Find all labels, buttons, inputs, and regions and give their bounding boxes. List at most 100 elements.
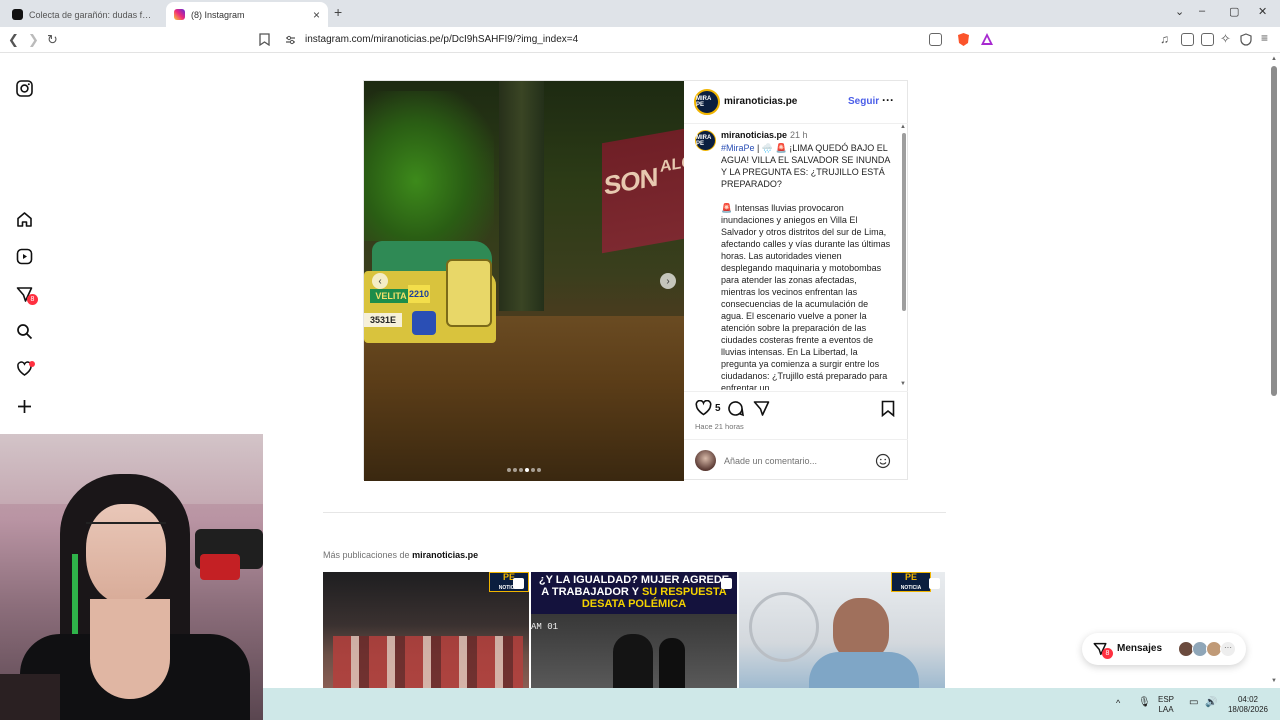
close-tab-icon[interactable]: ×: [313, 8, 320, 22]
caption-hashtag[interactable]: #MiraPe: [721, 143, 755, 153]
messages-pill[interactable]: 8 Mensajes ···: [1082, 633, 1246, 665]
scroll-down-arrow[interactable]: ▼: [900, 381, 906, 387]
more-post-thumbnail-3[interactable]: PE NOTICIA: [739, 572, 945, 690]
tab-title: Colecta de garañón: dudas frecuente: [29, 9, 154, 20]
carousel-post-icon: [513, 578, 524, 589]
cast-icon[interactable]: [929, 33, 942, 46]
photo-billboard: SON ALCA: [602, 128, 684, 254]
vpn-icon[interactable]: [1240, 33, 1252, 46]
thumb-headline-1: ¿Y LA IGUALDAD? MUJER AGREDE: [538, 574, 730, 586]
scroll-up-arrow[interactable]: ▲: [900, 124, 906, 130]
thumb-headline-2: A TRABAJADOR Y SU RESPUESTA: [531, 586, 737, 598]
thumb-figure-2: [659, 638, 685, 690]
brave-shield-icon[interactable]: [957, 32, 970, 47]
more-post-thumbnail-2[interactable]: ¿Y LA IGUALDAD? MUJER AGREDE A TRABAJADO…: [531, 572, 737, 690]
like-heart-icon[interactable]: [695, 400, 712, 416]
post-photo[interactable]: SON ALCA VELITA 2210 3531E ‹ ›: [364, 81, 684, 481]
url-field[interactable]: instagram.com/miranoticias.pe/p/DcI9hSAH…: [305, 34, 578, 45]
reload-button[interactable]: ↻: [47, 32, 58, 48]
caption-avatar[interactable]: MIRA PE: [695, 130, 716, 151]
wallet-icon[interactable]: [1201, 33, 1214, 46]
webcam-overlay: [0, 434, 263, 720]
more-options-icon[interactable]: ···: [882, 93, 894, 107]
header-divider: [684, 123, 908, 124]
share-icon[interactable]: [753, 400, 770, 417]
back-button[interactable]: ❮: [8, 32, 19, 48]
actions-divider: [684, 391, 908, 392]
address-bar: ❮ ❯ ↻ instagram.com/miranoticias.pe/p/Dc…: [0, 27, 1280, 53]
menu-icon[interactable]: ≡: [1261, 31, 1268, 45]
tab-strip: Colecta de garañón: dudas frecuente (8) …: [0, 0, 1280, 27]
tab-title: (8) Instagram: [191, 9, 245, 20]
next-image-button[interactable]: ›: [660, 273, 676, 289]
bookmark-icon[interactable]: [259, 33, 270, 46]
photo-mototaxi-door: [446, 259, 492, 327]
carousel-dot: [537, 468, 541, 472]
search-icon[interactable]: [16, 323, 33, 340]
photo-mototaxi-number: 2210: [408, 285, 430, 303]
emoji-icon[interactable]: [875, 453, 891, 469]
post-username[interactable]: miranoticias.pe: [724, 96, 797, 107]
close-window-button[interactable]: ✕: [1258, 5, 1267, 18]
photo-sign-text-2: ALCA: [660, 151, 684, 177]
more-posts-label: Más publicaciones de: [323, 550, 413, 560]
like-count[interactable]: 5: [715, 403, 721, 414]
instagram-logo-icon[interactable]: [16, 80, 33, 97]
photo-green-light: [364, 91, 494, 241]
network-icon[interactable]: ▭: [1189, 698, 1198, 708]
messages-badge: 8: [27, 294, 38, 305]
more-post-thumbnail-1[interactable]: PE NOTICIA: [323, 572, 529, 690]
volume-icon[interactable]: 🔊: [1205, 698, 1217, 708]
sidebar-icon[interactable]: [1181, 33, 1194, 46]
create-plus-icon[interactable]: [16, 398, 33, 415]
reels-icon[interactable]: [16, 248, 33, 265]
tray-chevron-icon[interactable]: ^: [1116, 698, 1120, 708]
carousel-dot: [519, 468, 523, 472]
webcam-mic-stand: [200, 554, 240, 580]
photo-mototaxi-tail: [412, 311, 436, 335]
follow-button[interactable]: Seguir: [848, 96, 879, 107]
forward-button[interactable]: ❯: [28, 32, 39, 48]
previous-image-button[interactable]: ‹: [372, 273, 388, 289]
caption-scrollbar[interactable]: [902, 133, 906, 311]
thumb-crowd: [333, 636, 523, 690]
page-scroll-down[interactable]: ▼: [1271, 678, 1277, 684]
thumb-face: [833, 598, 889, 660]
thumb-fan: [749, 592, 819, 662]
site-settings-icon[interactable]: [285, 35, 296, 45]
brave-rewards-icon[interactable]: [980, 32, 994, 46]
caption-body: 🚨 Intensas lluvias provocaron inundacion…: [721, 203, 891, 390]
page-scroll-up[interactable]: ▲: [1271, 56, 1277, 62]
maximize-button[interactable]: ▢: [1229, 5, 1239, 18]
save-bookmark-icon[interactable]: [881, 400, 895, 417]
leo-ai-icon[interactable]: ✧: [1220, 31, 1231, 47]
post-card: SON ALCA VELITA 2210 3531E ‹ › MIRA PE m…: [363, 80, 908, 481]
tab-search-chevron-icon[interactable]: ⌄: [1175, 5, 1184, 18]
comment-input[interactable]: Añade un comentario...: [724, 456, 817, 466]
more-posts-username[interactable]: miranoticias.pe: [412, 550, 478, 560]
keyboard-lang: ESP: [1158, 695, 1175, 704]
webcam-neck: [90, 599, 170, 699]
tab-colecta[interactable]: Colecta de garañón: dudas frecuente: [4, 2, 162, 27]
webcam-chair: [0, 674, 60, 720]
keyboard-language[interactable]: ESP LAA: [1158, 695, 1174, 715]
caption-username[interactable]: miranoticias.pe: [721, 130, 787, 140]
more-chats-icon: ···: [1220, 641, 1236, 657]
clock[interactable]: 04:02 18/08/2026: [1223, 695, 1273, 715]
thumb-shirt: [809, 652, 919, 690]
tab-instagram[interactable]: (8) Instagram ×: [166, 2, 328, 27]
carousel-dot: [531, 468, 535, 472]
carousel-dot: [507, 468, 511, 472]
comment-divider: [684, 439, 908, 440]
thumb-headline-2a: A TRABAJADOR Y: [541, 586, 642, 598]
new-tab-button[interactable]: +: [334, 4, 342, 20]
microphone-icon[interactable]: 🎙: [1138, 698, 1151, 708]
carousel-post-icon: [929, 578, 940, 589]
media-icon[interactable]: ♫: [1160, 32, 1169, 46]
profile-avatar[interactable]: MIRA PE: [694, 89, 720, 115]
minimize-button[interactable]: –: [1199, 5, 1205, 17]
photo-pillar: [499, 81, 544, 311]
page-scrollbar[interactable]: [1271, 66, 1277, 396]
home-icon[interactable]: [16, 211, 33, 228]
comment-icon[interactable]: [727, 400, 744, 417]
